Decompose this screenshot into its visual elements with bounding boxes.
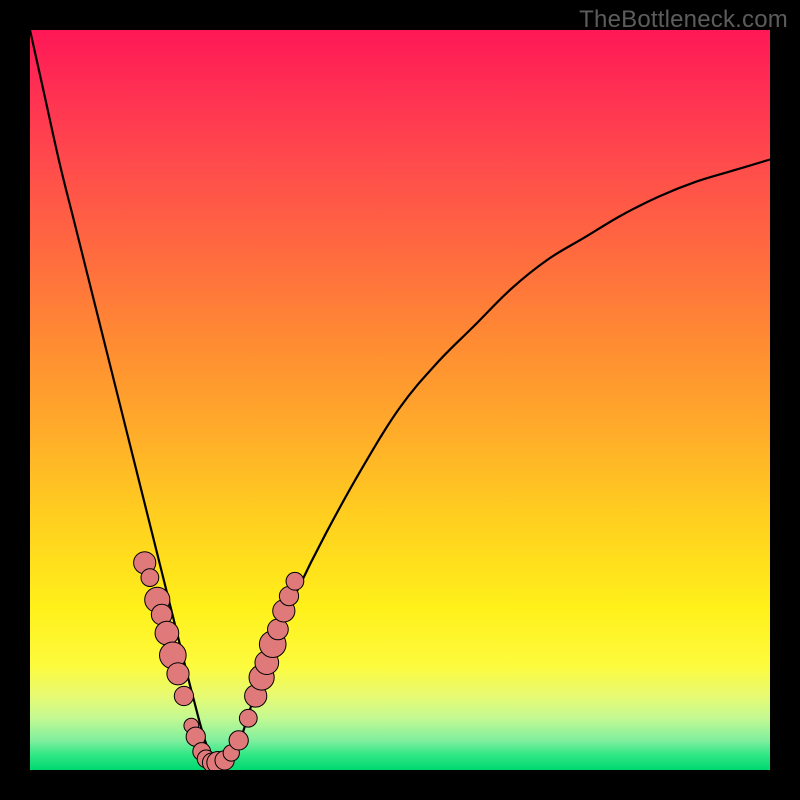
data-marker	[229, 731, 248, 750]
data-marker	[174, 686, 193, 705]
chart-frame: TheBottleneck.com	[0, 0, 800, 800]
data-marker	[239, 709, 257, 727]
bottleneck-curve	[30, 30, 770, 770]
curve-layer	[30, 30, 770, 770]
data-marker	[286, 572, 304, 590]
data-marker	[141, 569, 159, 587]
data-marker	[167, 663, 189, 685]
data-markers	[134, 552, 304, 770]
watermark-text: TheBottleneck.com	[579, 6, 788, 34]
plot-area	[30, 30, 770, 770]
data-marker	[155, 621, 179, 645]
